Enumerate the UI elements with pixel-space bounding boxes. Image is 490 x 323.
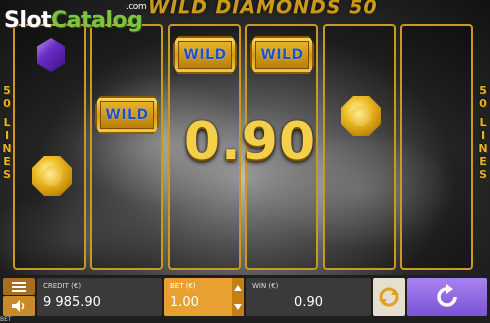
lines-char: 5	[3, 84, 11, 97]
win-amount-display: 0.90	[183, 112, 317, 172]
reel-2: WILD	[90, 24, 163, 270]
reel-1	[13, 24, 86, 270]
lines-char: S	[3, 168, 11, 181]
bottom-bet-tag: BET	[0, 316, 12, 323]
credit-panel: CREDIT (€) 9 985.90	[37, 278, 162, 316]
speaker-icon	[12, 300, 25, 312]
gold-gem-icon	[341, 96, 381, 136]
lines-char: N	[2, 142, 12, 155]
credit-label: CREDIT (€)	[43, 282, 82, 290]
bet-stepper	[232, 278, 244, 316]
menu-button[interactable]	[3, 278, 35, 295]
win-label: WIN (€)	[252, 282, 279, 290]
game-title: WILD DIAMONDS 50	[148, 0, 378, 18]
watermark-slot: Slot	[4, 8, 52, 33]
hamburger-icon	[12, 285, 26, 288]
lines-char: 0	[479, 97, 487, 110]
wild-symbol: WILD	[95, 96, 159, 134]
hamburger-icon	[12, 289, 26, 292]
chevron-up-icon	[234, 284, 242, 291]
lines-indicator-left: 5 0 L I N E S	[0, 84, 14, 181]
lines-char: I	[480, 129, 486, 142]
autoplay-icon	[379, 287, 399, 307]
lines-char: N	[478, 142, 488, 155]
purple-gem-icon	[37, 38, 65, 72]
wild-symbol: WILD	[173, 36, 237, 74]
lines-char: S	[479, 168, 487, 181]
lines-char: 5	[479, 84, 487, 97]
spin-button[interactable]	[407, 278, 487, 316]
bet-decrease-button[interactable]	[232, 297, 244, 316]
bet-value: 1.00	[170, 295, 199, 310]
lines-char: E	[479, 155, 487, 168]
lines-indicator-right: 5 0 L I N E S	[476, 84, 490, 181]
watermark-com: .com	[126, 2, 147, 12]
sound-button[interactable]	[3, 296, 35, 316]
bet-label: BET (€)	[170, 282, 196, 290]
wild-symbol: WILD	[250, 36, 314, 74]
bet-panel[interactable]: BET (€) 1.00	[164, 278, 244, 316]
autoplay-button[interactable]	[373, 278, 405, 316]
chevron-down-icon	[234, 303, 242, 310]
credit-value: 9 985.90	[43, 295, 101, 310]
lines-char: I	[4, 129, 10, 142]
win-panel: WIN (€) 0.90	[246, 278, 371, 316]
hamburger-icon	[12, 281, 26, 284]
spin-icon	[437, 284, 457, 307]
lines-char: L	[479, 116, 487, 129]
wild-label: WILD	[100, 101, 154, 129]
gold-gem-icon	[32, 156, 72, 196]
reel-6	[400, 24, 473, 270]
watermark-logo: SlotCatalog .com	[4, 2, 147, 33]
bet-increase-button[interactable]	[232, 278, 244, 297]
lines-char: L	[3, 116, 11, 129]
lines-char: 0	[3, 97, 11, 110]
lines-char: E	[3, 155, 11, 168]
win-value: 0.90	[294, 295, 323, 310]
wild-label: WILD	[178, 41, 232, 69]
wild-label: WILD	[255, 41, 309, 69]
